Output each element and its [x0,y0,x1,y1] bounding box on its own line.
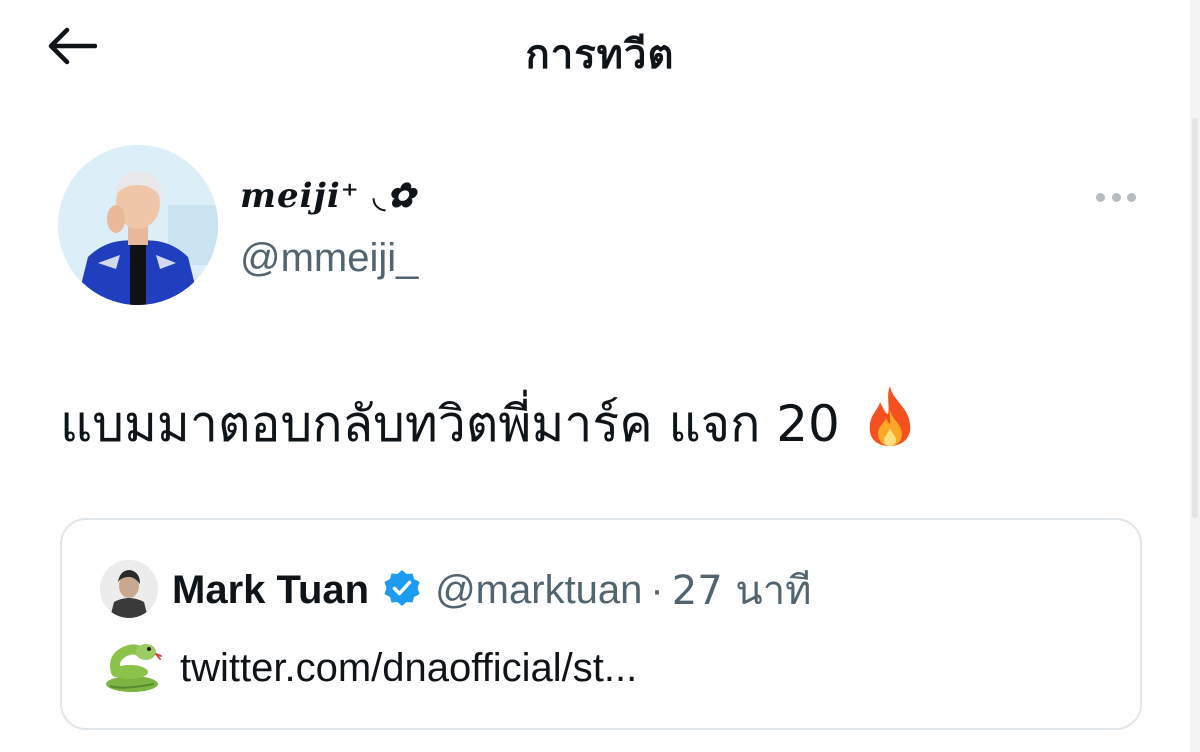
author-handle[interactable]: @mmeiji_ [240,236,418,281]
separator-dot: · [650,567,664,612]
more-dot [1111,192,1121,202]
more-dot [1127,192,1136,202]
author-display-name[interactable]: meiji⁺ ◟✿ [240,176,416,216]
quoted-author-name[interactable]: Mark Tuan [172,568,369,613]
quoted-tweet-body: twitter.com/dnaofficial/st... [102,638,637,698]
page-title: การทวีต [525,32,675,78]
avatar-photo [100,560,158,618]
scrollbar[interactable] [1190,0,1200,752]
scrollbar-thumb[interactable] [1192,118,1198,518]
more-dot [1096,192,1105,202]
quoted-author-handle[interactable]: @marktuan [435,568,642,613]
quoted-tweet-card[interactable]: Mark Tuan @marktuan · 27 นาที twitter.co… [60,518,1142,730]
quoted-tweet-time[interactable]: 27 นาที [672,558,812,622]
verified-badge-icon [383,569,421,612]
avatar-photo [58,145,218,305]
more-options-button[interactable] [1096,186,1136,208]
tweet-text-content: แบมมาตอบกลับทวิตพี่มาร์ค แจก 20 [60,394,840,453]
quoted-tweet-link[interactable]: twitter.com/dnaofficial/st... [180,646,637,691]
quoted-author-avatar[interactable] [100,560,158,618]
snake-emoji-icon [102,638,162,699]
author-avatar[interactable] [58,145,218,305]
quoted-tweet-header: Mark Tuan @marktuan · 27 นาที [172,564,812,616]
tweet-detail-page: การทวีต meiji⁺ ◟✿ @mmeiji_ แบมมาตอบกลับท… [0,0,1200,752]
tweet-text: แบมมาตอบกลับทวิตพี่มาร์ค แจก 20 [60,384,918,463]
fire-emoji-icon [862,384,918,463]
